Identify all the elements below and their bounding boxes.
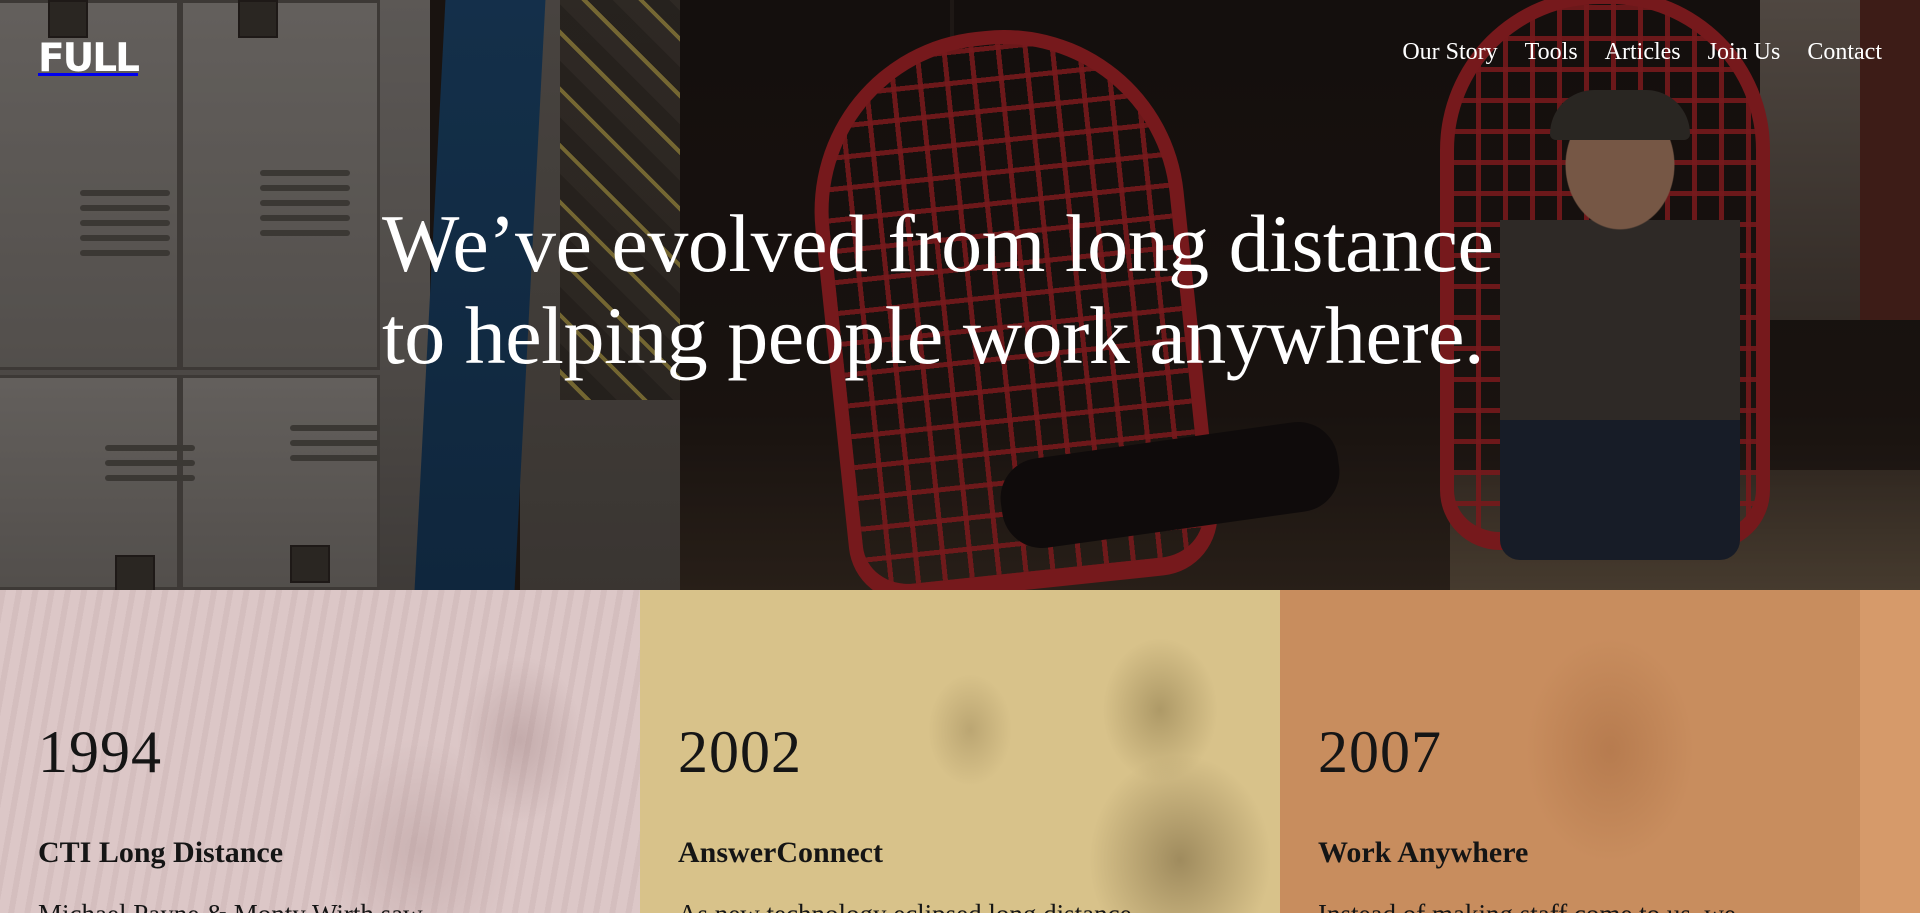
timeline-text: Michael Payne & Monty Wirth saw: [38, 896, 423, 913]
timeline-text: As new technology eclipsed long distance: [678, 896, 1132, 913]
timeline-text: Instead of making staff come to us, we: [1318, 896, 1736, 913]
nav-item-join-us[interactable]: Join Us: [1708, 36, 1781, 68]
hero-headline: We’ve evolved from long distance to help…: [382, 198, 1682, 382]
timeline-title: CTI Long Distance: [38, 836, 284, 869]
nav-item-contact[interactable]: Contact: [1807, 36, 1882, 68]
timeline-title: AnswerConnect: [678, 836, 883, 869]
main-nav: Our Story Tools Articles Join Us Contact: [1402, 36, 1882, 68]
timeline-year: 2007: [1318, 719, 1442, 785]
hero-headline-line-2: to helping people work anywhere.: [382, 290, 1485, 381]
timeline-card-2007: 2007 Work Anywhere Instead of making sta…: [1280, 590, 1920, 913]
hero-headline-line-1: We’ve evolved from long distance: [382, 198, 1494, 289]
timeline-year: 1994: [38, 719, 162, 785]
timeline-year: 2002: [678, 719, 802, 785]
timeline-section: 1994 CTI Long Distance Michael Payne & M…: [0, 590, 1920, 913]
nav-item-articles[interactable]: Articles: [1605, 36, 1681, 68]
full-logo[interactable]: FULL: [38, 36, 140, 81]
timeline-card-2002: 2002 AnswerConnect As new technology ecl…: [640, 590, 1280, 913]
nav-item-our-story[interactable]: Our Story: [1402, 36, 1497, 68]
timeline-title: Work Anywhere: [1318, 836, 1529, 869]
nav-item-tools[interactable]: Tools: [1525, 36, 1578, 68]
logo-text: FULL: [38, 36, 140, 81]
timeline-card-1994: 1994 CTI Long Distance Michael Payne & M…: [0, 590, 640, 913]
